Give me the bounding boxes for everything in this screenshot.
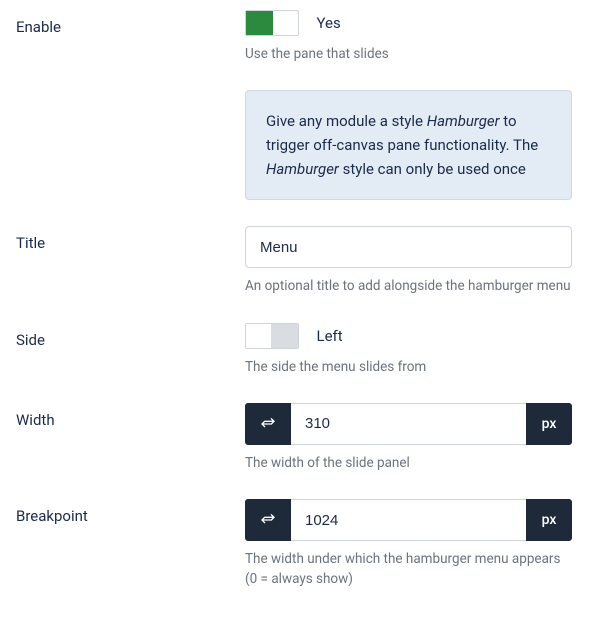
width-help: The width of the slide panel <box>245 453 572 473</box>
side-help: The side the menu slides from <box>245 357 572 377</box>
swap-icon[interactable] <box>245 403 291 445</box>
toggle-knob <box>271 324 298 348</box>
info-em2: Hamburger <box>266 160 339 178</box>
row-width: Width px The width of the slide panel <box>10 403 582 473</box>
settings-form: Enable Yes Use the pane that slides Give… <box>0 0 592 610</box>
width-group: px <box>245 403 572 445</box>
breakpoint-help: The width under which the hamburger menu… <box>245 549 572 590</box>
row-breakpoint: Breakpoint px The width under which the … <box>10 499 582 590</box>
enable-help: Use the pane that slides <box>245 44 572 64</box>
row-side: Side Left The side the menu slides from <box>10 323 582 377</box>
info-text-pre: Give any module a style <box>266 112 427 130</box>
breakpoint-unit[interactable]: px <box>526 499 572 541</box>
side-label: Side <box>10 323 245 377</box>
breakpoint-input[interactable] <box>291 499 526 541</box>
enable-toggle[interactable] <box>245 10 299 36</box>
title-input[interactable] <box>245 226 572 268</box>
title-help: An optional title to add alongside the h… <box>245 276 572 296</box>
info-box: Give any module a style Hamburger to tri… <box>245 90 572 200</box>
width-input[interactable] <box>291 403 526 445</box>
row-title: Title An optional title to add alongside… <box>10 226 582 296</box>
width-label: Width <box>10 403 245 473</box>
enable-toggle-label: Yes <box>316 14 340 32</box>
width-unit[interactable]: px <box>526 403 572 445</box>
row-info: Give any module a style Hamburger to tri… <box>10 90 582 200</box>
info-em1: Hamburger <box>427 112 500 130</box>
title-label: Title <box>10 226 245 296</box>
swap-icon[interactable] <box>245 499 291 541</box>
row-enable: Enable Yes Use the pane that slides <box>10 10 582 64</box>
toggle-knob <box>246 11 273 35</box>
enable-label: Enable <box>10 10 245 64</box>
side-toggle[interactable] <box>245 323 299 349</box>
breakpoint-group: px <box>245 499 572 541</box>
breakpoint-label: Breakpoint <box>10 499 245 590</box>
side-toggle-label: Left <box>316 327 342 345</box>
info-text-post: style can only be used once <box>339 160 526 178</box>
